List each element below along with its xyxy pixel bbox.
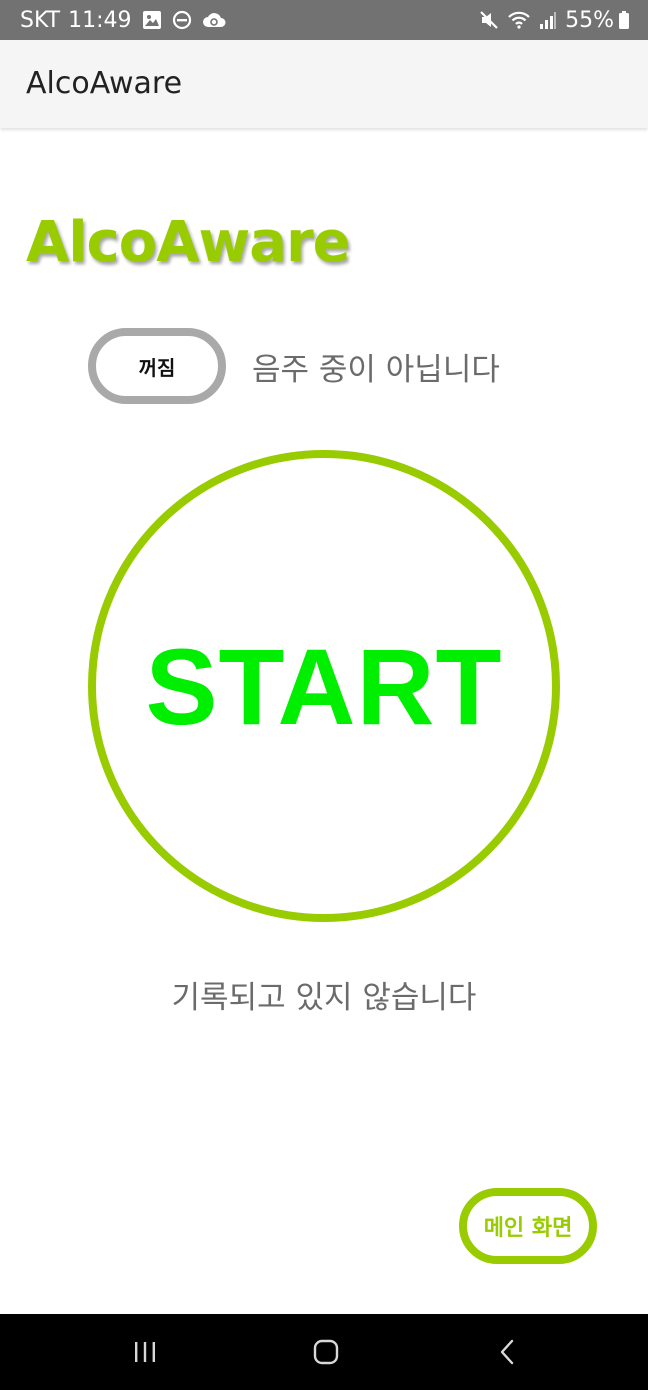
main-screen-button-label: 메인 화면 [483, 1216, 573, 1241]
drinking-status-text: 음주 중이 아닙니다 [252, 352, 500, 388]
drinking-toggle-button[interactable]: 꺼짐 [88, 328, 226, 404]
wifi-icon [507, 10, 531, 30]
cloud-sync-icon [202, 10, 226, 30]
home-icon[interactable] [286, 1314, 366, 1390]
do-not-disturb-icon [172, 10, 192, 30]
back-icon[interactable] [468, 1314, 548, 1390]
app-bar-title: AlcoAware [26, 66, 183, 101]
start-button[interactable]: START [88, 450, 560, 922]
toggle-button-label: 꺼짐 [138, 355, 176, 380]
status-right: 55% [479, 0, 630, 40]
clock: 11:49 [68, 7, 132, 33]
app-bar: AlcoAware [0, 40, 648, 128]
battery-percent: 55% [565, 7, 614, 33]
main-screen-button[interactable]: 메인 화면 [459, 1188, 597, 1264]
carrier: SKT [20, 7, 61, 33]
start-button-label: START [145, 625, 503, 747]
image-icon [142, 10, 162, 30]
mute-icon [479, 10, 499, 30]
navigation-bar [0, 1314, 648, 1390]
record-status-text: 기록되고 있지 않습니다 [171, 980, 477, 1016]
recent-apps-icon[interactable] [105, 1314, 185, 1390]
brand-heading: AlcoAware [26, 210, 351, 275]
status-left: SKT 11:49 [20, 0, 226, 40]
signal-icon [539, 10, 557, 30]
battery-icon [618, 10, 630, 30]
status-bar: SKT 11:49 55% [0, 0, 648, 40]
